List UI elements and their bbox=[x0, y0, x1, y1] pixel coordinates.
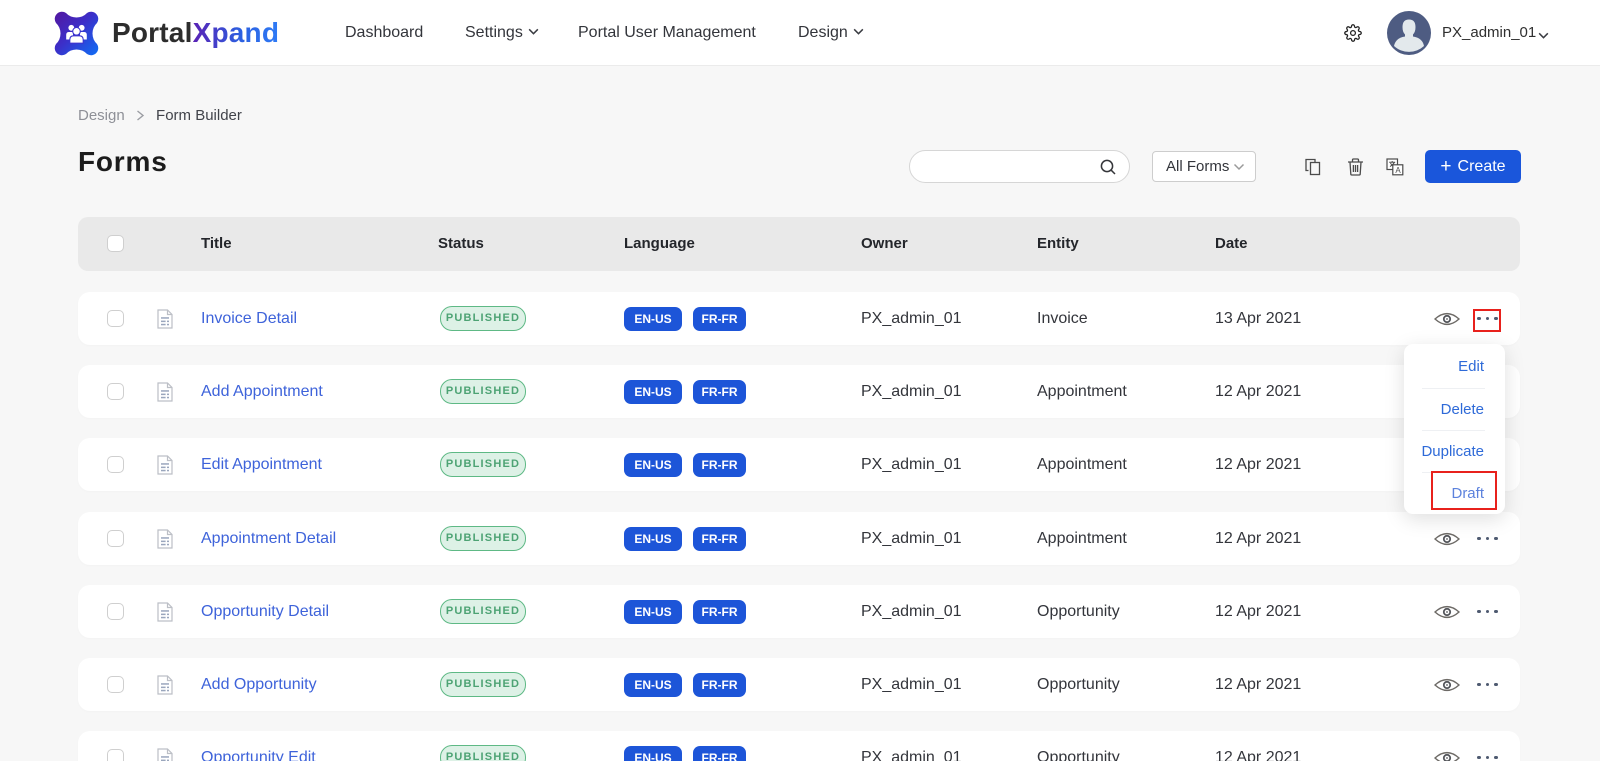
svg-text:A: A bbox=[1395, 166, 1401, 175]
